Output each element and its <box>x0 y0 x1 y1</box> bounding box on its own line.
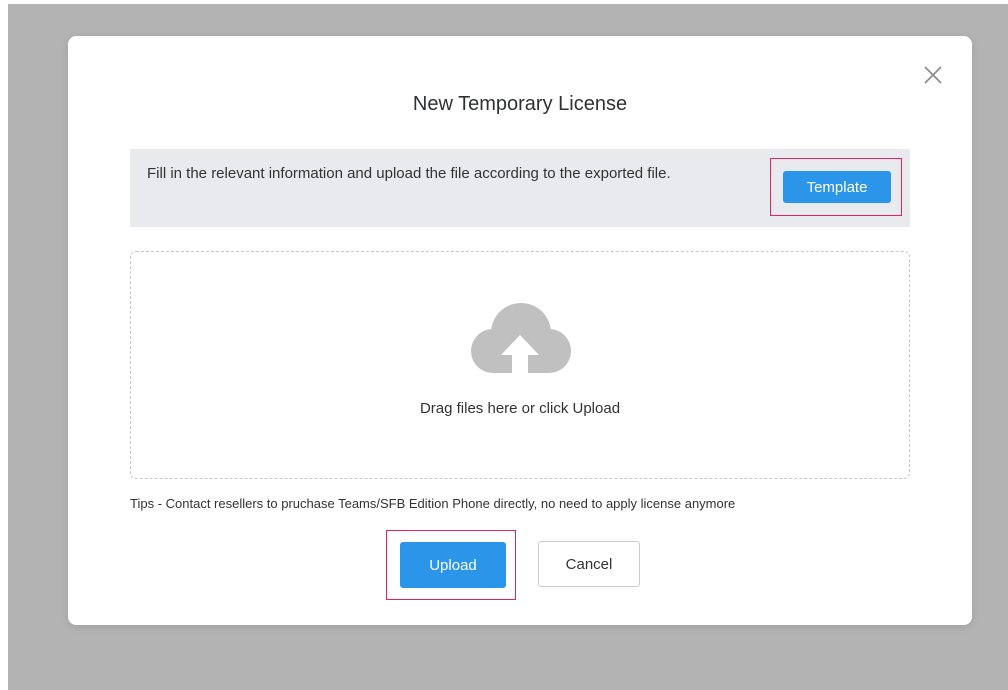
template-button[interactable]: Template <box>783 171 891 203</box>
cloud-upload-icon <box>471 303 571 373</box>
close-button[interactable] <box>922 64 944 86</box>
tips-text: Tips - Contact resellers to pruchase Tea… <box>130 496 736 511</box>
notice-text: Fill in the relevant information and upl… <box>147 165 671 182</box>
new-temporary-license-dialog: New Temporary License Fill in the releva… <box>68 36 972 625</box>
upload-button[interactable]: Upload <box>400 542 506 588</box>
dropzone-text: Drag files here or click Upload <box>419 400 621 417</box>
template-highlight-frame: Template <box>770 158 902 216</box>
upload-highlight-frame: Upload <box>386 530 516 600</box>
info-notice: Fill in the relevant information and upl… <box>130 149 910 227</box>
dialog-title: New Temporary License <box>412 93 628 115</box>
close-icon <box>924 66 942 84</box>
file-dropzone[interactable]: Drag files here or click Upload <box>130 251 910 479</box>
cancel-button[interactable]: Cancel <box>538 541 640 587</box>
